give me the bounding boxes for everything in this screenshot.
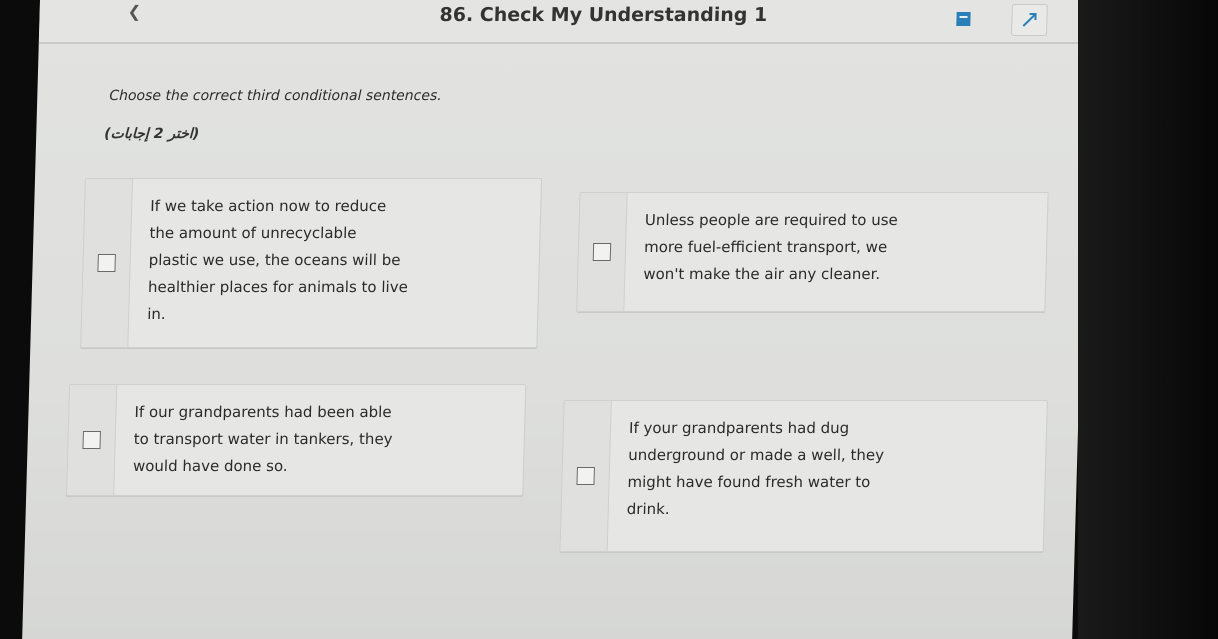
screen: ❮ 86. Check My Understanding 1 Choose th… <box>22 0 1090 639</box>
chevron-left-icon[interactable]: ❮ <box>127 2 141 21</box>
answer-option[interactable]: If we take action now to reduce the amou… <box>80 178 543 348</box>
option-text: If our grandparents had been able to tra… <box>132 403 393 475</box>
checkbox-cell[interactable] <box>81 179 134 347</box>
bookmark-icon[interactable] <box>954 10 973 28</box>
page-title: 86. Check My Understanding 1 <box>439 4 768 26</box>
screen-bezel <box>1078 0 1218 639</box>
answer-option[interactable]: If your grandparents had dug underground… <box>559 400 1048 552</box>
checkbox-cell[interactable] <box>67 385 118 495</box>
checkbox[interactable] <box>576 467 595 485</box>
checkbox-cell[interactable] <box>560 401 612 551</box>
instruction-text: Choose the correct third conditional sen… <box>109 88 442 104</box>
checkbox[interactable] <box>592 243 612 261</box>
option-text: If we take action now to reduce the amou… <box>146 197 409 323</box>
answer-option[interactable]: Unless people are required to use more f… <box>576 192 1049 312</box>
option-text: If your grandparents had dug underground… <box>626 419 885 518</box>
expand-button[interactable] <box>1010 4 1048 36</box>
option-text: Unless people are required to use more f… <box>643 211 899 283</box>
checkbox-cell[interactable] <box>577 193 628 311</box>
checkbox[interactable] <box>82 431 101 449</box>
answer-option[interactable]: If our grandparents had been able to tra… <box>66 384 527 496</box>
select-count-hint: (اختر 2 إجابات) <box>104 126 200 142</box>
top-bar: ❮ 86. Check My Understanding 1 <box>38 0 1090 44</box>
checkbox[interactable] <box>97 254 116 272</box>
expand-arrow-icon <box>1022 13 1037 27</box>
